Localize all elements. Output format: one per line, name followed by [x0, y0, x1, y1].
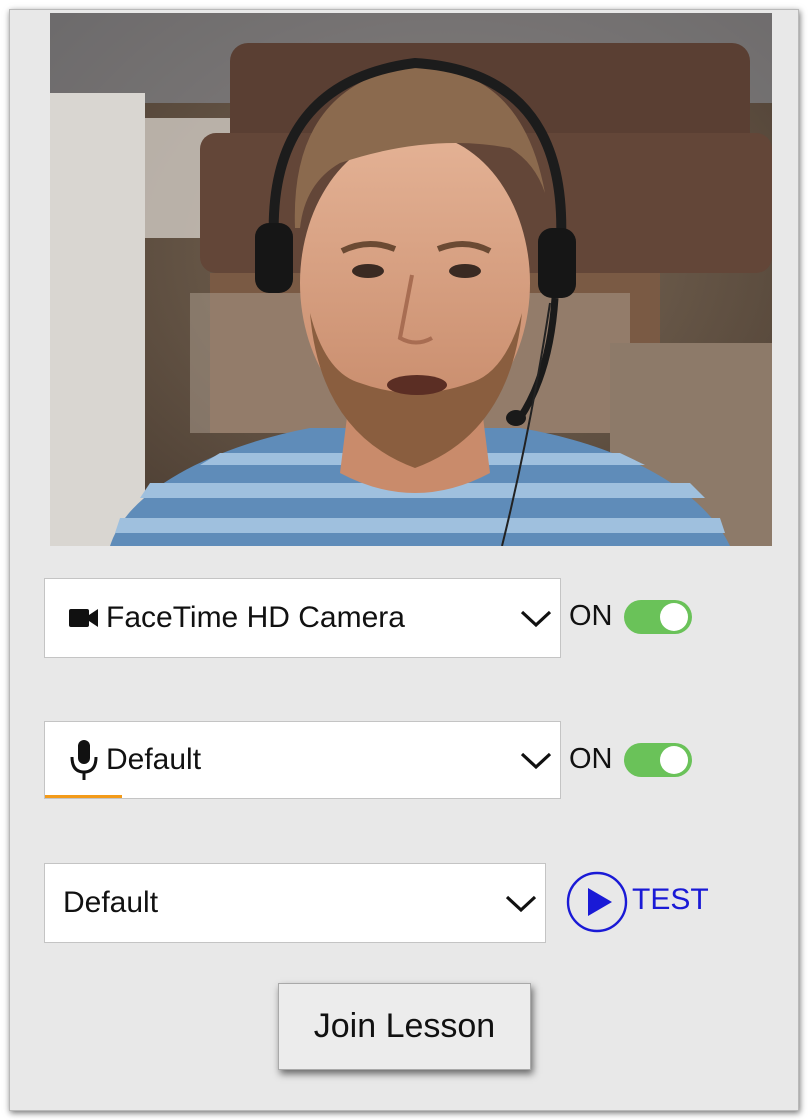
camera-toggle[interactable]: [624, 600, 692, 634]
speaker-test-button[interactable]: TEST: [566, 871, 716, 933]
webcam-preview: [50, 13, 772, 546]
microphone-toggle[interactable]: [624, 743, 692, 777]
microphone-icon: [70, 740, 98, 780]
chevron-down-icon: [505, 895, 537, 913]
microphone-toggle-knob: [660, 746, 688, 774]
speaker-test-label: TEST: [632, 883, 709, 916]
microphone-select-value: Default: [106, 743, 202, 776]
device-setup-panel: FaceTime HD Camera ON Default ON Default: [9, 9, 799, 1111]
speaker-select-value: Default: [63, 886, 159, 919]
webcam-preview-image: [50, 13, 772, 546]
chevron-down-icon: [520, 752, 552, 770]
camera-toggle-knob: [660, 603, 688, 631]
camera-select-value: FaceTime HD Camera: [106, 601, 405, 634]
join-lesson-label: Join Lesson: [313, 1007, 496, 1045]
camera-select[interactable]: FaceTime HD Camera: [44, 578, 561, 658]
join-lesson-button[interactable]: Join Lesson: [278, 983, 531, 1070]
play-icon: [566, 871, 628, 933]
chevron-down-icon: [520, 610, 552, 628]
camera-state-label: ON: [569, 600, 613, 632]
microphone-select[interactable]: Default: [44, 721, 561, 799]
video-camera-icon: [69, 609, 98, 627]
microphone-level-meter: [45, 795, 123, 798]
speaker-select[interactable]: Default: [44, 863, 546, 943]
microphone-state-label: ON: [569, 743, 613, 775]
